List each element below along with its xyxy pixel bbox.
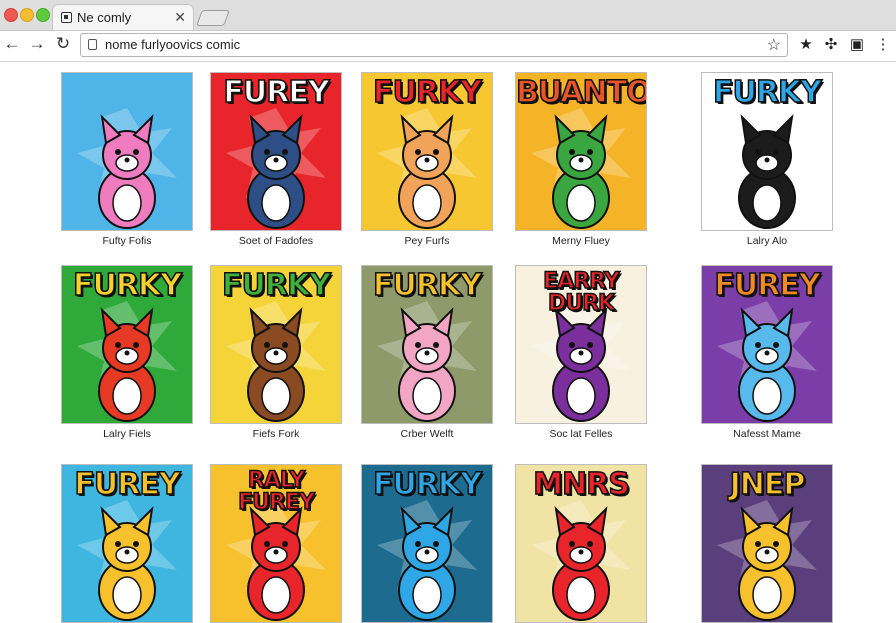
address-bar[interactable]: nome furlyoovics comic ☆ [80, 33, 788, 57]
page-icon [61, 12, 72, 23]
comic-cover-image[interactable]: BUANTOY [515, 72, 647, 231]
comic-cover-image[interactable]: RALY FUREY [210, 464, 342, 623]
comic-cover-image[interactable]: FURKY [361, 265, 493, 424]
comic-cover-image[interactable]: FUREY [701, 265, 833, 424]
cover-headline: BUANTOY [516, 75, 646, 110]
reload-icon[interactable]: ↻ [53, 34, 73, 54]
close-icon[interactable]: ✕ [174, 9, 186, 26]
comic-card[interactable]: FURKY Crber Welft [361, 265, 493, 440]
back-arrow-icon[interactable]: ← [2, 34, 22, 54]
tab-title: Ne comly [77, 10, 132, 25]
comic-title[interactable]: Soet of Fadofes [210, 235, 342, 247]
comic-cover-image[interactable]: FURKY [361, 72, 493, 231]
comic-card[interactable]: Fufty Fofis [61, 72, 193, 247]
browser-toolbar: ← → ↻ nome furlyoovics comic ☆ ★ ✣ ▣ ⋮ [0, 31, 896, 62]
comic-cover-image[interactable] [61, 72, 193, 231]
cover-headline: FURKY [72, 268, 182, 303]
cover-headline: FUREY [714, 268, 822, 303]
cover-headline: FURKY [221, 268, 331, 303]
comic-card[interactable]: FURKY Pey Furfs [361, 72, 493, 247]
comic-cover-image[interactable]: FURKY [210, 265, 342, 424]
cover-headline: FURKY [372, 268, 482, 303]
cover-headline: RALY FUREY [237, 468, 315, 515]
comic-title[interactable]: Pey Furfs [361, 235, 493, 247]
cover-headline: FURKY [372, 75, 482, 110]
cover-headline: FUREY [74, 467, 182, 502]
comic-cover-image[interactable]: EARRY DURK [515, 265, 647, 424]
tab-strip: Ne comly ✕ [0, 0, 896, 31]
minimize-window-button[interactable] [20, 8, 34, 22]
menu-icon[interactable]: ⋮ [874, 35, 892, 53]
comic-cover-image[interactable]: FURKY [701, 72, 833, 231]
forward-arrow-icon[interactable]: → [27, 34, 47, 54]
page-info-icon[interactable] [88, 39, 97, 50]
comic-cover-image[interactable]: FUREY [210, 72, 342, 231]
comic-cover-image[interactable]: MNRS [515, 464, 647, 623]
comic-card[interactable]: JNEP [701, 464, 833, 623]
comic-title[interactable]: Soc lat Felles [515, 428, 647, 440]
comic-cover-image[interactable]: FURKY [361, 464, 493, 623]
comic-cover-image[interactable]: JNEP [701, 464, 833, 623]
comic-card[interactable]: EARRY DURK Soc lat Felles [515, 265, 647, 440]
comic-gallery: Fufty Fofis FUREY Soet of Fadofes FURKY Pey … [0, 62, 896, 623]
comic-card[interactable]: BUANTOY Merny Fluey [515, 72, 647, 247]
comic-cover-image[interactable]: FURKY [61, 265, 193, 424]
comic-title[interactable]: Lalry Fiels [61, 428, 193, 440]
active-tab[interactable]: Ne comly ✕ [52, 4, 194, 30]
cover-headline: FURKY [712, 75, 822, 110]
comic-title[interactable]: Merny Fluey [515, 235, 647, 247]
comic-title[interactable]: Fufty Fofis [61, 235, 193, 247]
cover-art [77, 108, 177, 229]
comic-card[interactable]: FUREY Soet of Fadofes [210, 72, 342, 247]
comic-card[interactable]: RALY FUREY [210, 464, 342, 623]
comic-title[interactable]: Nafesst Mame [701, 428, 833, 440]
comic-title[interactable]: Fiefs Fork [210, 428, 342, 440]
cover-headline: FURKY [372, 467, 482, 502]
url-text[interactable]: nome furlyoovics comic [105, 37, 240, 52]
comic-cover-image[interactable]: FUREY [61, 464, 193, 623]
new-tab-button[interactable] [196, 10, 230, 26]
comic-card[interactable]: FURKY Lalry Alo [701, 72, 833, 247]
comic-card[interactable]: FUREY Nafesst Mame [701, 265, 833, 440]
star-icon[interactable]: ☆ [767, 35, 781, 55]
cover-headline: FUREY [223, 75, 331, 110]
save-icon[interactable]: ▣ [848, 35, 866, 53]
maximize-window-button[interactable] [36, 8, 50, 22]
comic-title[interactable]: Lalry Alo [701, 235, 833, 247]
close-window-button[interactable] [4, 8, 18, 22]
comic-card[interactable]: FUREY [61, 464, 193, 623]
comic-card[interactable]: MNRS [515, 464, 647, 623]
comic-card[interactable]: FURKY Fiefs Fork [210, 265, 342, 440]
bookmarks-star-icon[interactable]: ★ [797, 35, 815, 53]
comic-card[interactable]: FURKY [361, 464, 493, 623]
cover-headline: EARRY DURK [542, 269, 620, 316]
comic-title[interactable]: Crber Welft [361, 428, 493, 440]
comic-card[interactable]: FURKY Lalry Fiels [61, 265, 193, 440]
cover-headline: MNRS [532, 467, 630, 502]
cover-headline: JNEP [729, 467, 806, 502]
puzzle-icon[interactable]: ✣ [822, 35, 840, 53]
